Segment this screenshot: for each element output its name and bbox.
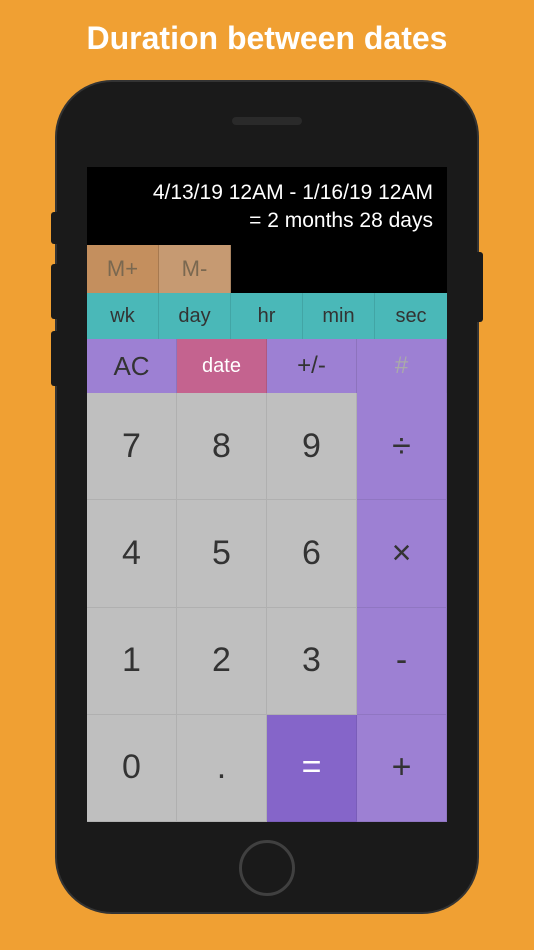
key-0[interactable]: 0	[87, 715, 177, 822]
key-decimal[interactable]: .	[177, 715, 267, 822]
unit-second-button[interactable]: sec	[375, 293, 447, 339]
calculator-display: 4/13/19 12AM - 1/16/19 12AM = 2 months 2…	[87, 167, 447, 245]
key-divide[interactable]: ÷	[357, 393, 447, 500]
sign-toggle-button[interactable]: +/-	[267, 339, 357, 393]
key-5[interactable]: 5	[177, 500, 267, 607]
unit-day-button[interactable]: day	[159, 293, 231, 339]
unit-minute-button[interactable]: min	[303, 293, 375, 339]
phone-side-buttons-right	[477, 252, 483, 322]
key-6[interactable]: 6	[267, 500, 357, 607]
unit-row: wk day hr min sec	[87, 293, 447, 339]
memory-minus-button[interactable]: M-	[159, 245, 231, 293]
function-row: AC date +/- #	[87, 339, 447, 393]
key-7[interactable]: 7	[87, 393, 177, 500]
volume-down	[51, 331, 57, 386]
key-multiply[interactable]: ×	[357, 500, 447, 607]
key-8[interactable]: 8	[177, 393, 267, 500]
power-button	[477, 252, 483, 322]
home-button[interactable]	[239, 840, 295, 896]
key-add[interactable]: +	[357, 715, 447, 822]
key-equals[interactable]: =	[267, 715, 357, 822]
hash-button[interactable]: #	[357, 339, 447, 393]
volume-up	[51, 264, 57, 319]
unit-week-button[interactable]: wk	[87, 293, 159, 339]
page-headline: Duration between dates	[87, 20, 448, 57]
key-2[interactable]: 2	[177, 608, 267, 715]
phone-side-buttons-left	[51, 212, 57, 398]
app-screen: 4/13/19 12AM - 1/16/19 12AM = 2 months 2…	[87, 167, 447, 822]
key-4[interactable]: 4	[87, 500, 177, 607]
key-9[interactable]: 9	[267, 393, 357, 500]
all-clear-button[interactable]: AC	[87, 339, 177, 393]
mute-switch	[51, 212, 57, 244]
display-result: = 2 months 28 days	[101, 207, 433, 235]
key-subtract[interactable]: -	[357, 608, 447, 715]
memory-plus-button[interactable]: M+	[87, 245, 159, 293]
memory-row: M+ M-	[87, 245, 447, 293]
keypad: 7 8 9 ÷ 4 5 6 × 1 2 3 - 0 . = +	[87, 393, 447, 822]
key-1[interactable]: 1	[87, 608, 177, 715]
phone-speaker	[232, 117, 302, 125]
key-3[interactable]: 3	[267, 608, 357, 715]
phone-frame: 4/13/19 12AM - 1/16/19 12AM = 2 months 2…	[57, 82, 477, 912]
display-expression: 4/13/19 12AM - 1/16/19 12AM	[101, 179, 433, 207]
date-button[interactable]: date	[177, 339, 267, 393]
unit-hour-button[interactable]: hr	[231, 293, 303, 339]
